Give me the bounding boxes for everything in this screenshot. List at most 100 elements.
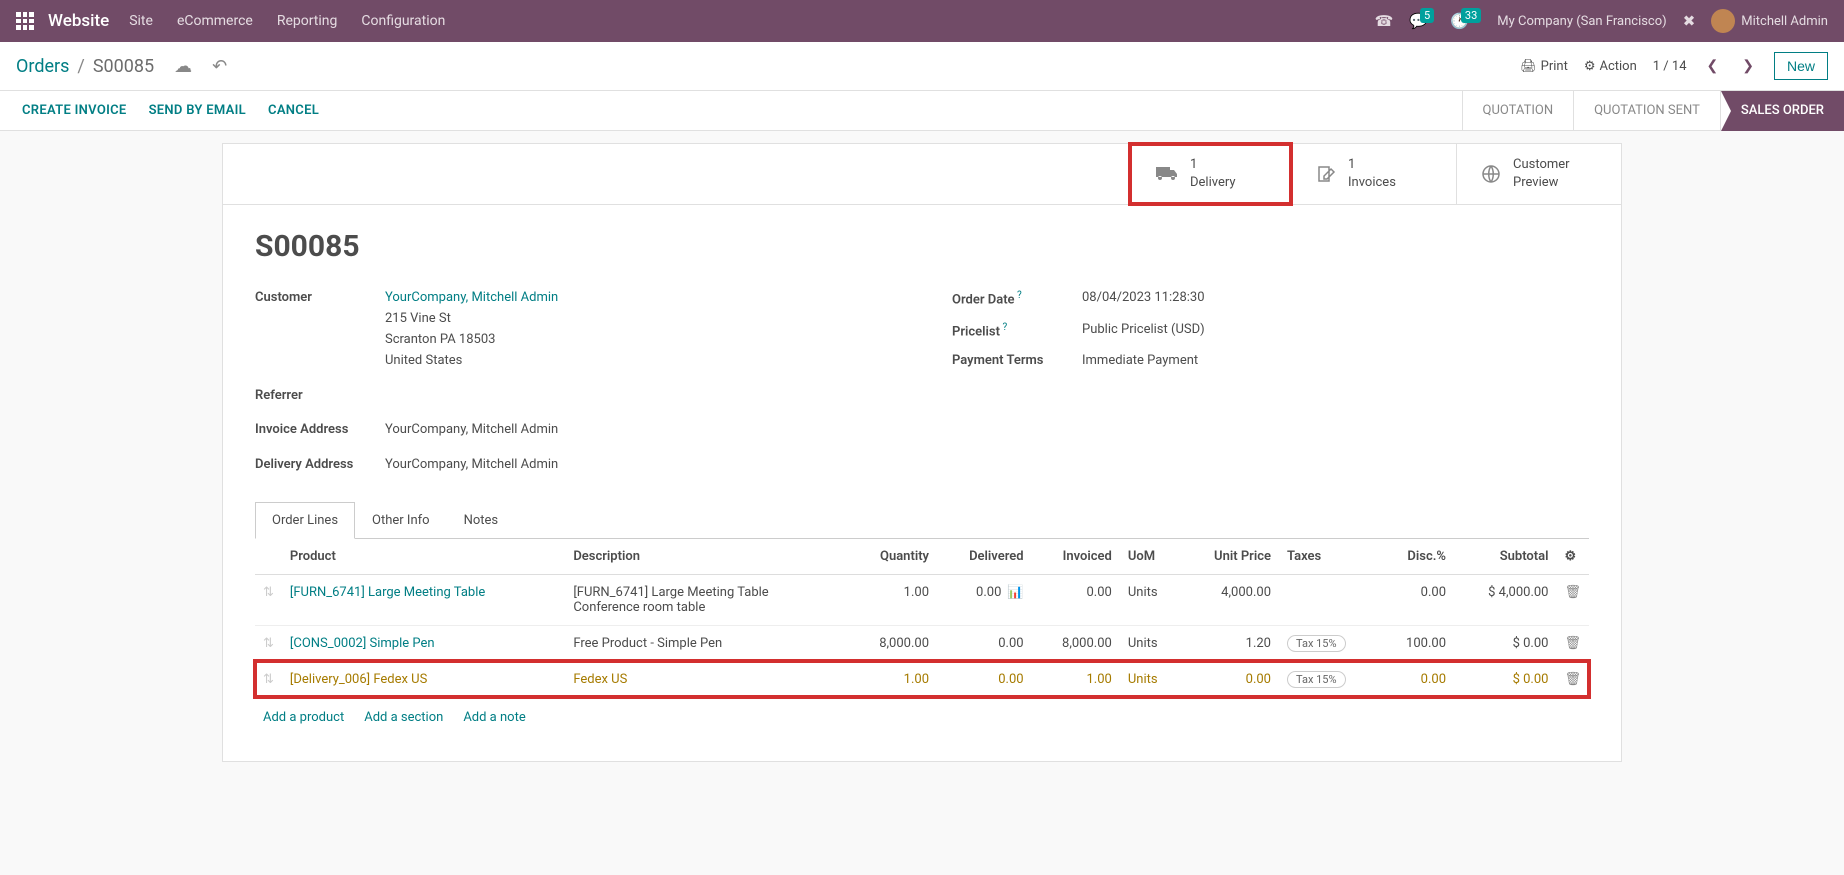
status-sales-order[interactable]: SALES ORDER — [1720, 91, 1844, 131]
customer-addr1: 215 Vine St — [385, 309, 558, 330]
invoices-stat-button[interactable]: 1Invoices — [1291, 144, 1456, 204]
col-subtotal[interactable]: Subtotal — [1454, 539, 1556, 575]
customer-preview-button[interactable]: CustomerPreview — [1456, 144, 1621, 204]
tab-notes[interactable]: Notes — [447, 502, 516, 538]
cell-uom[interactable]: Units — [1120, 574, 1181, 625]
new-button[interactable]: New — [1774, 52, 1828, 80]
cell-taxes[interactable] — [1279, 574, 1379, 625]
cell-quantity[interactable]: 1.00 — [849, 661, 937, 697]
drag-handle-icon[interactable]: ⇅ — [263, 585, 274, 600]
status-quotation[interactable]: QUOTATION — [1462, 91, 1574, 131]
table-row[interactable]: ⇅ [CONS_0002] Simple Pen Free Product - Si… — [255, 625, 1589, 661]
cell-delivered[interactable]: 0.00 — [937, 661, 1032, 697]
cell-description[interactable]: Free Product - Simple Pen — [565, 625, 848, 661]
add-product-link[interactable]: Add a product — [263, 710, 344, 725]
trash-icon[interactable]: 🗑 — [1564, 585, 1581, 600]
drag-handle-icon[interactable]: ⇅ — [263, 636, 274, 651]
cell-quantity[interactable]: 8,000.00 — [849, 625, 937, 661]
label-referrer: Referrer — [255, 386, 385, 407]
cell-disc[interactable]: 100.00 — [1379, 625, 1454, 661]
pager-prev[interactable]: ❮ — [1703, 54, 1723, 78]
pager-next[interactable]: ❯ — [1738, 54, 1758, 78]
product-link[interactable]: [CONS_0002] Simple Pen — [290, 636, 435, 651]
create-invoice-button[interactable]: CREATE INVOICE — [22, 103, 127, 118]
cell-disc[interactable]: 0.00 — [1379, 661, 1454, 697]
cell-invoiced[interactable]: 1.00 — [1032, 661, 1120, 697]
status-quotation-sent[interactable]: QUOTATION SENT — [1573, 91, 1720, 131]
product-link[interactable]: [FURN_6741] Large Meeting Table — [290, 585, 485, 600]
cell-invoiced[interactable]: 0.00 — [1032, 574, 1120, 625]
cell-delivered[interactable]: 0.00 — [937, 625, 1032, 661]
cell-unit-price[interactable]: 1.20 — [1181, 625, 1279, 661]
col-uom[interactable]: UoM — [1120, 539, 1181, 575]
col-invoiced[interactable]: Invoiced — [1032, 539, 1120, 575]
cancel-button[interactable]: CANCEL — [268, 103, 319, 118]
col-taxes[interactable]: Taxes — [1279, 539, 1379, 575]
brand: Website — [48, 11, 109, 31]
invoice-addr-value[interactable]: YourCompany, Mitchell Admin — [385, 420, 558, 441]
apps-icon[interactable] — [16, 12, 34, 30]
col-unit-price[interactable]: Unit Price — [1181, 539, 1279, 575]
order-lines-table: Product Description Quantity Delivered I… — [255, 539, 1589, 698]
gear-icon: ⚙ — [1584, 59, 1596, 74]
label-pricelist: Pricelist — [952, 320, 1082, 343]
cell-taxes[interactable]: Tax 15% — [1279, 625, 1379, 661]
phone-icon[interactable]: ☎ — [1375, 12, 1394, 30]
cell-invoiced[interactable]: 8,000.00 — [1032, 625, 1120, 661]
col-description[interactable]: Description — [565, 539, 848, 575]
messages-icon[interactable]: 💬5 — [1409, 12, 1434, 30]
status-bar: QUOTATION QUOTATION SENT SALES ORDER — [1462, 91, 1844, 131]
tab-other-info[interactable]: Other Info — [355, 502, 447, 538]
chart-icon[interactable]: 📊 — [1007, 585, 1023, 600]
col-delivered[interactable]: Delivered — [937, 539, 1032, 575]
col-options[interactable]: ⚙ — [1556, 539, 1589, 575]
table-row[interactable]: ⇅ [FURN_6741] Large Meeting Table [FURN_67… — [255, 574, 1589, 625]
cell-quantity[interactable]: 1.00 — [849, 574, 937, 625]
cloud-save-icon[interactable]: ☁ — [174, 56, 192, 77]
nav-item-site[interactable]: Site — [129, 13, 153, 29]
send-email-button[interactable]: SEND BY EMAIL — [149, 103, 246, 118]
undo-icon[interactable]: ↶ — [212, 56, 227, 77]
product-link[interactable]: [Delivery_006] Fedex US — [290, 672, 427, 687]
pager: 1 / 14 — [1653, 59, 1687, 74]
cell-description[interactable]: Fedex US — [565, 661, 848, 697]
table-row[interactable]: ⇅[Delivery_006] Fedex USFedex US1.000.00… — [255, 661, 1589, 697]
nav-item-reporting[interactable]: Reporting — [277, 13, 338, 29]
trash-icon[interactable]: 🗑 — [1564, 672, 1581, 687]
col-product[interactable]: Product — [282, 539, 565, 575]
cell-disc[interactable]: 0.00 — [1379, 574, 1454, 625]
customer-link[interactable]: YourCompany, Mitchell Admin — [385, 288, 558, 309]
cell-subtotal: $ 0.00 — [1454, 661, 1556, 697]
order-date-value[interactable]: 08/04/2023 11:28:30 — [1082, 288, 1205, 311]
cell-description[interactable]: [FURN_6741] Large Meeting TableConferenc… — [565, 574, 848, 625]
cell-uom[interactable]: Units — [1120, 661, 1181, 697]
nav-item-ecommerce[interactable]: eCommerce — [177, 13, 253, 29]
activities-icon[interactable]: 🕐33 — [1450, 12, 1481, 30]
breadcrumb-parent[interactable]: Orders — [16, 56, 69, 77]
drag-handle-icon[interactable]: ⇅ — [263, 672, 274, 687]
cell-unit-price[interactable]: 0.00 — [1181, 661, 1279, 697]
nav-item-configuration[interactable]: Configuration — [361, 13, 445, 29]
cell-uom[interactable]: Units — [1120, 625, 1181, 661]
print-button[interactable]: 🖨Print — [1520, 59, 1568, 74]
tab-order-lines[interactable]: Order Lines — [255, 502, 355, 539]
add-note-link[interactable]: Add a note — [463, 710, 525, 725]
cell-taxes[interactable]: Tax 15% — [1279, 661, 1379, 697]
options-icon[interactable]: ⚙ — [1564, 549, 1576, 564]
col-disc[interactable]: Disc.% — [1379, 539, 1454, 575]
col-quantity[interactable]: Quantity — [849, 539, 937, 575]
cell-delivered[interactable]: 0.00📊 — [937, 574, 1032, 625]
globe-icon — [1481, 164, 1501, 184]
pricelist-value[interactable]: Public Pricelist (USD) — [1082, 320, 1205, 343]
delivery-stat-button[interactable]: 1Delivery — [1128, 142, 1293, 206]
trash-icon[interactable]: 🗑 — [1564, 636, 1581, 651]
tools-icon[interactable]: ✖ — [1683, 12, 1696, 30]
company-switcher[interactable]: My Company (San Francisco) — [1497, 14, 1666, 29]
user-menu[interactable]: Mitchell Admin — [1711, 9, 1828, 33]
add-section-link[interactable]: Add a section — [364, 710, 443, 725]
payment-terms-value[interactable]: Immediate Payment — [1082, 351, 1198, 372]
action-button[interactable]: ⚙Action — [1584, 59, 1637, 74]
delivery-addr-value[interactable]: YourCompany, Mitchell Admin — [385, 455, 558, 476]
cell-unit-price[interactable]: 4,000.00 — [1181, 574, 1279, 625]
stat-buttons: 1Delivery 1Invoices CustomerPreview — [223, 144, 1621, 205]
